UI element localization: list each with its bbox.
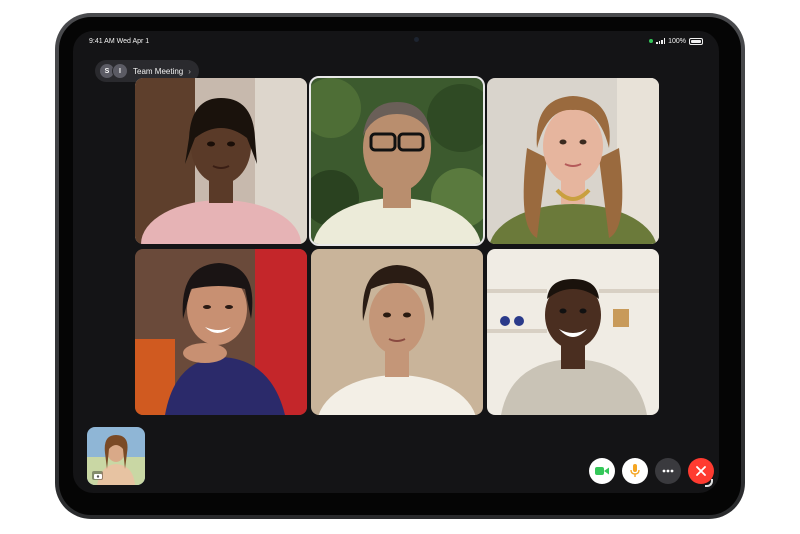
mute-button[interactable] — [622, 458, 648, 484]
call-title: Team Meeting — [133, 66, 184, 76]
status-indicators: 100% — [649, 37, 703, 45]
participant-video-icon — [487, 78, 659, 244]
video-tile-participant-1[interactable] — [135, 78, 307, 244]
ipad-device: 9:41 AM Wed Apr 1 100% S I Team Meeting … — [55, 13, 745, 519]
battery-percent: 100% — [668, 37, 686, 45]
participant-video-icon — [487, 249, 659, 415]
camera-in-use-dot — [649, 39, 654, 43]
status-bar: 9:41 AM Wed Apr 1 100% — [89, 34, 703, 48]
self-view-tile[interactable] — [87, 427, 145, 485]
video-camera-icon — [595, 467, 609, 475]
more-options-button[interactable] — [655, 458, 681, 484]
video-tile-participant-3[interactable] — [487, 78, 659, 244]
participant-video-icon — [135, 249, 307, 415]
video-tile-participant-6[interactable] — [487, 249, 659, 415]
participant-video-icon — [311, 78, 483, 244]
status-time: 9:41 AM Wed Apr 1 — [89, 37, 150, 45]
battery-icon — [689, 37, 703, 45]
more-icon — [662, 469, 674, 473]
chevron-right-icon: › — [188, 66, 191, 76]
facetime-screen: 9:41 AM Wed Apr 1 100% S I Team Meeting … — [73, 31, 719, 493]
corner-indicator — [705, 479, 713, 487]
end-call-icon — [696, 466, 706, 476]
video-tile-participant-2-active-speaker[interactable] — [309, 76, 485, 246]
cellular-signal-icon — [656, 38, 666, 44]
avatar: I — [112, 63, 128, 79]
video-tile-participant-5[interactable] — [311, 249, 483, 415]
microphone-icon — [630, 464, 640, 477]
video-toggle-button[interactable] — [589, 458, 615, 484]
video-tile-participant-4[interactable] — [135, 249, 307, 415]
flip-camera-icon[interactable] — [92, 471, 103, 480]
participant-video-icon — [135, 78, 307, 244]
group-avatars: S I — [99, 63, 128, 79]
participant-video-icon — [311, 249, 483, 415]
